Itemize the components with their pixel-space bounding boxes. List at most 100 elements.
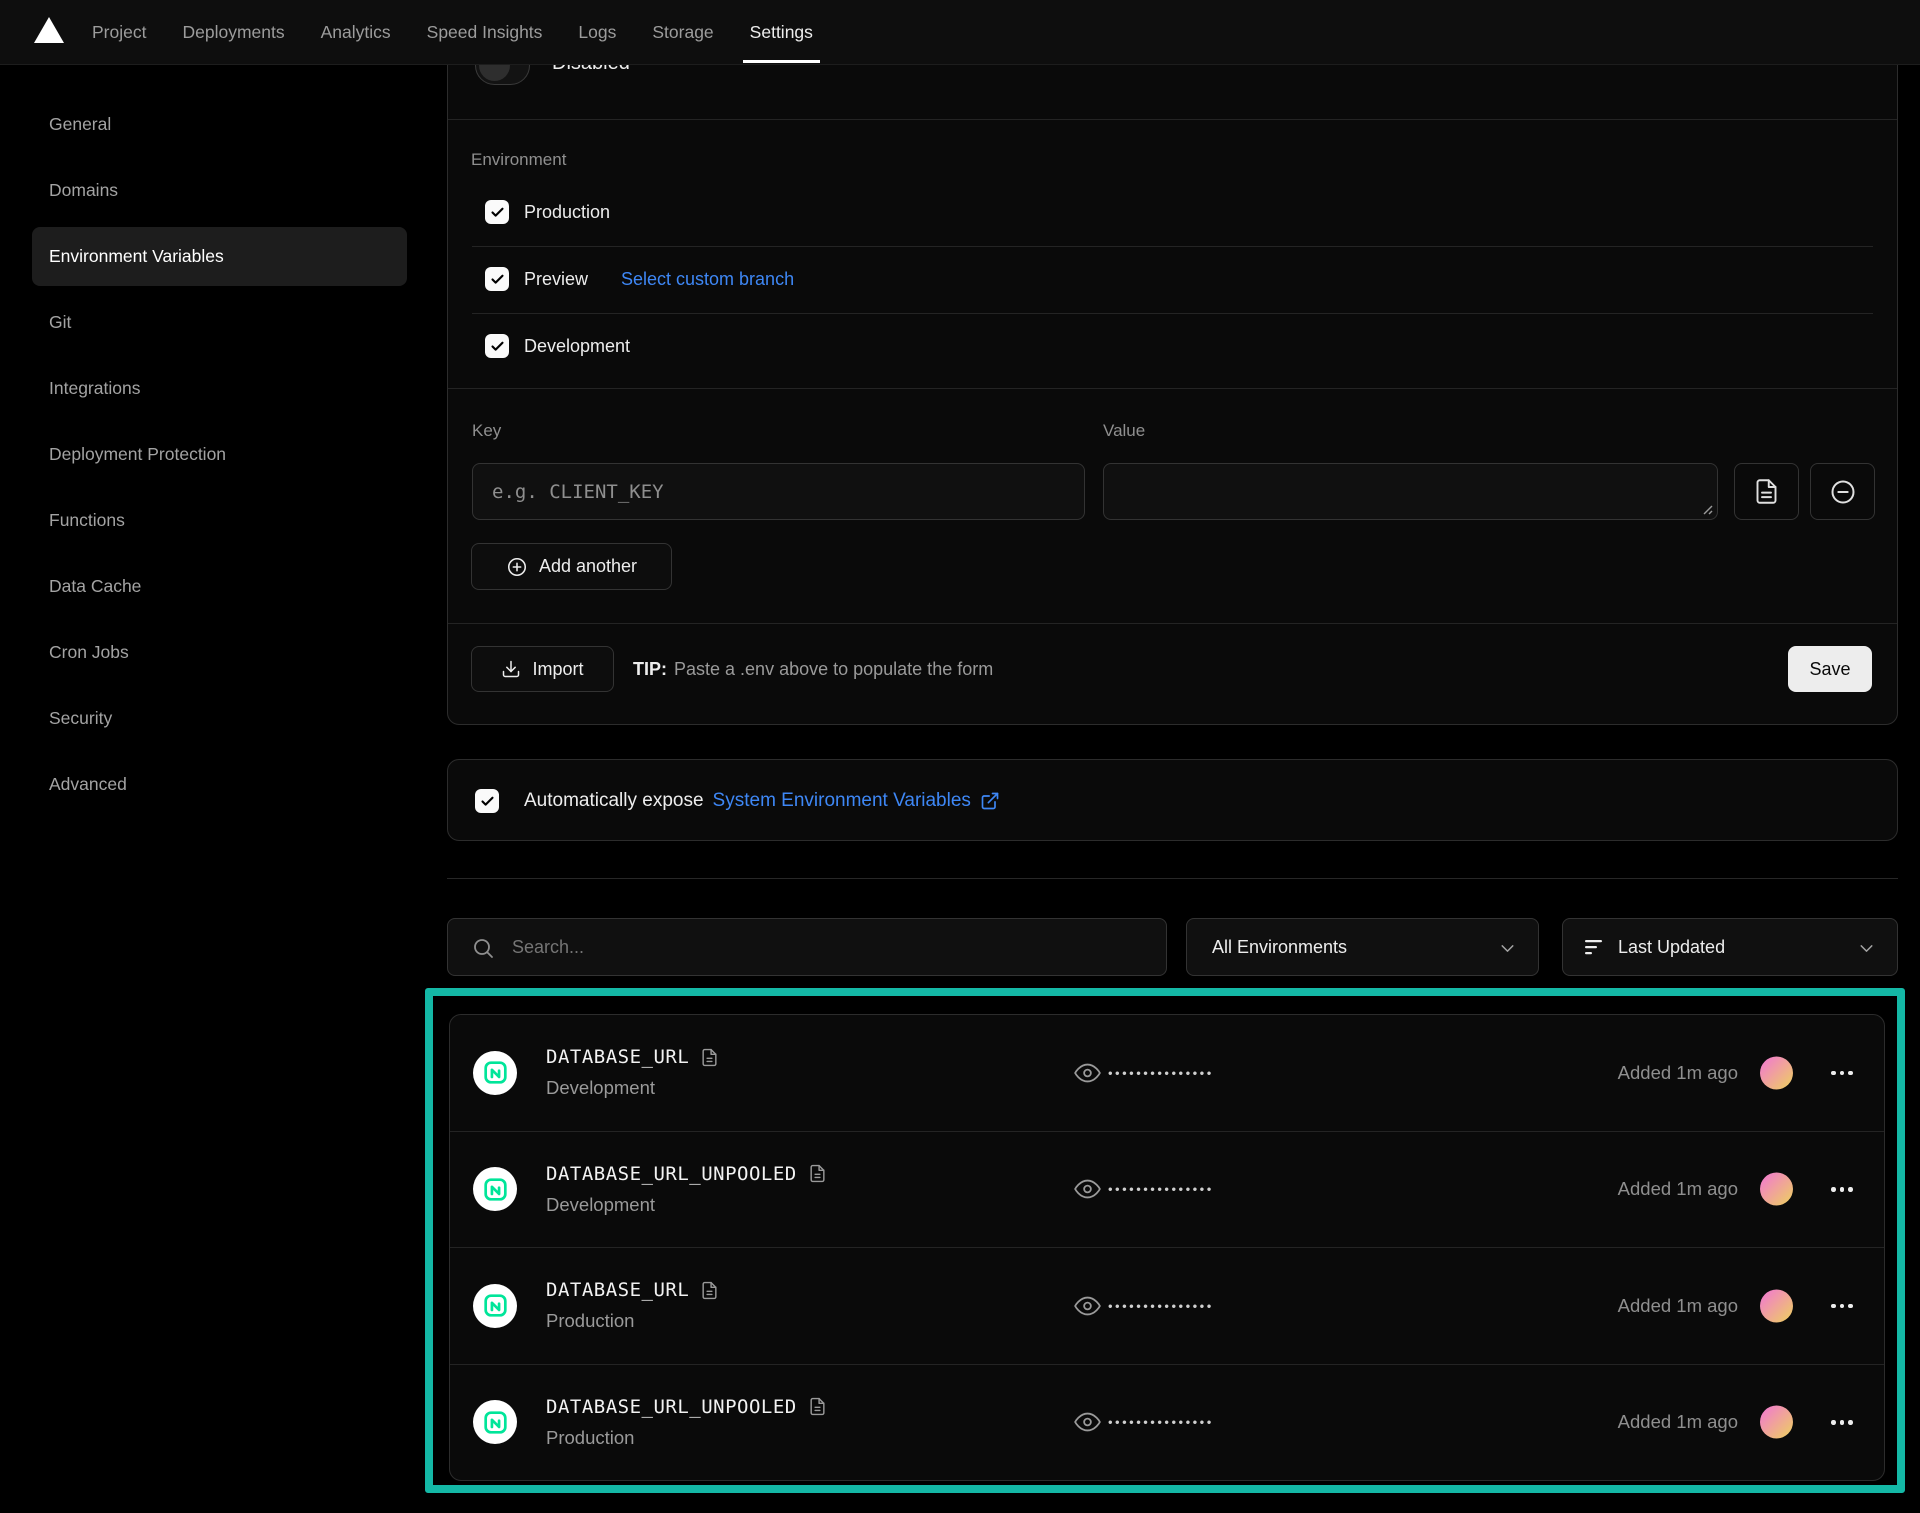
added-timestamp: Added 1m ago [1618,1295,1738,1317]
row-actions-menu-button[interactable] [1823,1174,1861,1204]
env-var-name: DATABASE_URL [546,1279,689,1301]
row-actions-menu-button[interactable] [1823,1291,1861,1321]
sidebar-item-functions[interactable]: Functions [32,491,407,550]
env-var-name-block: DATABASE_URL Production [546,1248,719,1364]
development-label: Development [524,336,630,357]
sidebar-item-security[interactable]: Security [32,689,407,748]
vercel-logo-icon[interactable] [34,17,64,43]
env-var-row: DATABASE_URL_UNPOOLED Development ••••••… [450,1131,1884,1248]
sidebar-item-integrations[interactable]: Integrations [32,359,407,418]
save-button[interactable]: Save [1788,646,1872,692]
env-var-name: DATABASE_URL_UNPOOLED [546,1163,797,1185]
nav-tab-logs[interactable]: Logs [578,0,616,65]
env-var-name-block: DATABASE_URL Development [546,1015,719,1131]
preview-checkbox[interactable] [485,267,509,291]
sidebar-item-domains[interactable]: Domains [32,161,407,220]
env-var-row: DATABASE_URL_UNPOOLED Production •••••••… [450,1364,1884,1481]
environment-filter-select[interactable]: All Environments [1186,918,1539,976]
sidebar-item-git[interactable]: Git [32,293,407,352]
nav-tab-deployments[interactable]: Deployments [182,0,284,65]
note-icon [700,1281,719,1300]
external-link-icon[interactable] [980,791,1000,811]
env-var-environment: Development [546,1077,719,1099]
env-var-table: DATABASE_URL Development •••••••••••••••… [449,1014,1885,1481]
avatar [1760,1289,1793,1322]
select-custom-branch-link[interactable]: Select custom branch [621,269,794,290]
reveal-value-eye-icon[interactable] [1074,1292,1101,1319]
search-input-box[interactable] [447,918,1167,976]
env-var-name-block: DATABASE_URL_UNPOOLED Production [546,1365,827,1481]
env-var-row: DATABASE_URL Production ••••••••••••••• … [450,1247,1884,1364]
chevron-down-icon [1497,938,1518,959]
env-var-environment: Production [546,1427,827,1449]
divider [448,388,1897,389]
env-var-form-card: Disabled Environment Production Preview … [447,0,1898,725]
file-text-icon [1753,478,1780,505]
download-icon [501,659,521,679]
sidebar-item-environment-variables[interactable]: Environment Variables [32,227,407,286]
key-input[interactable] [472,463,1085,520]
page-canvas: Project Deployments Analytics Speed Insi… [0,0,1920,1513]
import-button[interactable]: Import [471,646,614,692]
nav-tabs: Project Deployments Analytics Speed Insi… [92,0,813,64]
note-icon [808,1164,827,1183]
reveal-value-eye-icon[interactable] [1074,1409,1101,1436]
sidebar-item-general[interactable]: General [32,95,407,154]
resize-handle-icon[interactable] [1700,502,1713,515]
settings-sidebar: General Domains Environment Variables Gi… [32,95,407,821]
system-env-vars-link[interactable]: System Environment Variables [713,790,971,812]
nav-tab-analytics[interactable]: Analytics [321,0,391,65]
neon-integration-icon [473,1284,517,1328]
divider [472,246,1873,247]
nav-tab-speed-insights[interactable]: Speed Insights [427,0,543,65]
check-icon [490,339,505,354]
nav-tab-project[interactable]: Project [92,0,146,65]
sidebar-item-cron-jobs[interactable]: Cron Jobs [32,623,407,682]
added-timestamp: Added 1m ago [1618,1411,1738,1433]
divider [472,313,1873,314]
add-another-button[interactable]: Add another [471,543,672,590]
tip-text: Paste a .env above to populate the form [674,659,993,680]
environment-section-label: Environment [471,150,566,170]
sidebar-item-data-cache[interactable]: Data Cache [32,557,407,616]
key-label: Key [472,421,501,441]
auto-expose-text: Automatically expose System Environment … [524,760,1000,842]
masked-value: ••••••••••••••• [1108,1298,1214,1313]
auto-expose-checkbox[interactable] [475,789,499,813]
minus-circle-icon [1829,478,1857,506]
avatar [1760,1406,1793,1439]
sidebar-item-advanced[interactable]: Advanced [32,755,407,814]
check-icon [490,272,505,287]
nav-tab-settings[interactable]: Settings [750,0,813,65]
note-icon [700,1048,719,1067]
reveal-value-eye-icon[interactable] [1074,1176,1101,1203]
top-nav: Project Deployments Analytics Speed Insi… [0,0,1920,65]
production-checkbox[interactable] [485,200,509,224]
paste-env-file-button[interactable] [1734,463,1799,520]
check-icon [480,794,495,809]
search-input[interactable] [512,919,1142,975]
value-input[interactable] [1103,463,1718,520]
sort-icon [1585,939,1606,955]
nav-tab-storage[interactable]: Storage [652,0,713,65]
add-another-label: Add another [539,556,637,577]
env-var-name: DATABASE_URL [546,1046,689,1068]
row-actions-menu-button[interactable] [1823,1058,1861,1088]
env-var-row: DATABASE_URL Development •••••••••••••••… [450,1015,1884,1131]
added-timestamp: Added 1m ago [1618,1062,1738,1084]
sort-filter-select[interactable]: Last Updated [1562,918,1898,976]
production-label: Production [524,202,610,223]
remove-row-button[interactable] [1810,463,1875,520]
search-icon [471,936,495,960]
row-actions-menu-button[interactable] [1823,1407,1861,1437]
masked-value: ••••••••••••••• [1108,1065,1214,1080]
neon-integration-icon [473,1051,517,1095]
teal-highlight-box: DATABASE_URL Development •••••••••••••••… [425,988,1905,1493]
tip-label: TIP: [633,659,667,680]
environment-filter-value: All Environments [1212,937,1347,958]
reveal-value-eye-icon[interactable] [1074,1059,1101,1086]
sidebar-item-deployment-protection[interactable]: Deployment Protection [32,425,407,484]
env-var-name-block: DATABASE_URL_UNPOOLED Development [546,1132,827,1248]
plus-circle-icon [506,556,528,578]
development-checkbox[interactable] [485,334,509,358]
